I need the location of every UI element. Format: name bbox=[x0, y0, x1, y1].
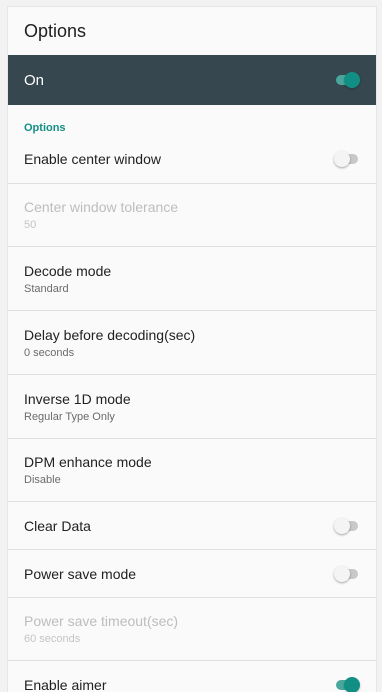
pref-summary: 50 bbox=[24, 219, 37, 231]
master-switch-bar[interactable]: On bbox=[8, 55, 376, 105]
pref-center-window-tolerance: Center window tolerance 50 bbox=[8, 184, 376, 247]
pref-title: Decode mode bbox=[24, 262, 112, 279]
pref-title: Inverse 1D mode bbox=[24, 390, 131, 407]
pref-inverse-1d-mode[interactable]: Inverse 1D mode Regular Type Only bbox=[8, 375, 376, 439]
master-switch-label: On bbox=[24, 71, 45, 89]
pref-enable-aimer[interactable]: Enable aimer bbox=[8, 661, 376, 692]
switch-thumb bbox=[344, 72, 360, 88]
pref-clear-data[interactable]: Clear Data bbox=[8, 502, 376, 550]
switch-thumb bbox=[334, 151, 350, 167]
enable-aimer-toggle[interactable] bbox=[334, 677, 360, 692]
pref-power-save-timeout: Power save timeout(sec) 60 seconds bbox=[8, 598, 376, 661]
section-header-options: Options bbox=[24, 122, 66, 134]
pref-title: Center window tolerance bbox=[24, 199, 179, 215]
pref-summary: Standard bbox=[24, 282, 69, 295]
pref-summary: 0 seconds bbox=[24, 346, 75, 359]
pref-title: DPM enhance mode bbox=[24, 454, 152, 470]
master-toggle-switch[interactable] bbox=[334, 72, 360, 88]
pref-power-save-mode[interactable]: Power save mode bbox=[8, 550, 376, 598]
pref-title: Clear Data bbox=[24, 517, 91, 534]
enable-center-window-toggle[interactable] bbox=[334, 151, 360, 167]
pref-summary: Disable bbox=[24, 474, 61, 486]
switch-thumb bbox=[344, 677, 360, 692]
power-save-mode-toggle[interactable] bbox=[334, 565, 360, 582]
switch-thumb bbox=[334, 517, 350, 534]
pref-summary: 60 seconds bbox=[24, 633, 81, 645]
clear-data-toggle[interactable] bbox=[334, 517, 360, 534]
pref-title: Enable center window bbox=[24, 151, 161, 167]
pref-title: Delay before decoding(sec) bbox=[24, 326, 196, 343]
pref-dpm-enhance-mode[interactable]: DPM enhance mode Disable bbox=[8, 439, 376, 502]
pref-title: Enable aimer bbox=[24, 677, 107, 692]
page-title: Options bbox=[24, 20, 87, 41]
pref-delay-before-decoding[interactable]: Delay before decoding(sec) 0 seconds bbox=[8, 311, 376, 375]
pref-title: Power save timeout(sec) bbox=[24, 613, 179, 629]
switch-thumb bbox=[334, 565, 350, 582]
pref-decode-mode[interactable]: Decode mode Standard bbox=[8, 247, 376, 311]
settings-screen: Options On Options Enable center window … bbox=[8, 7, 376, 692]
pref-summary: Regular Type Only bbox=[24, 410, 115, 423]
pref-title: Power save mode bbox=[24, 565, 137, 582]
app-toolbar: Options bbox=[8, 7, 376, 55]
pref-enable-center-window[interactable]: Enable center window bbox=[8, 135, 376, 184]
